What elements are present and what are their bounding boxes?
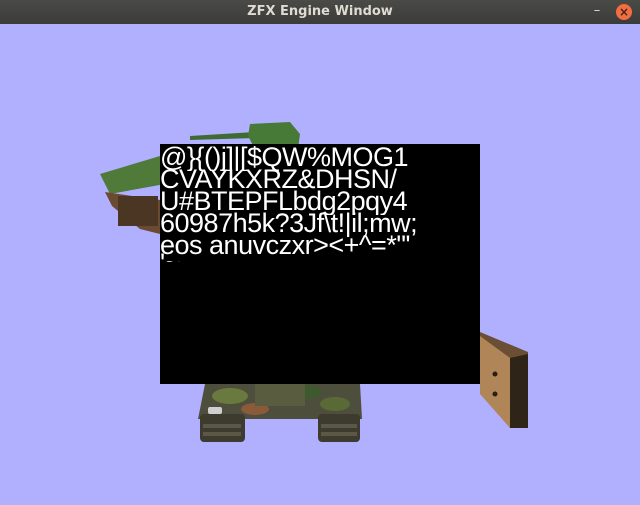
- minimize-button[interactable]: –: [588, 3, 606, 21]
- tank-camo: [198, 384, 362, 442]
- font-texture-panel: @}{()j]|[$QW%MOG1 CVAYKXRZ&DHSN/ U#BTEPF…: [160, 144, 480, 384]
- font-texture-line: '~.-: [160, 250, 480, 262]
- close-button[interactable]: ×: [616, 4, 632, 20]
- render-viewport[interactable]: @}{()j]|[$QW%MOG1 CVAYKXRZ&DHSN/ U#BTEPF…: [0, 24, 640, 505]
- window-title: ZFX Engine Window: [247, 4, 393, 19]
- crate: [480, 332, 528, 428]
- window-titlebar[interactable]: ZFX Engine Window – ×: [0, 0, 640, 25]
